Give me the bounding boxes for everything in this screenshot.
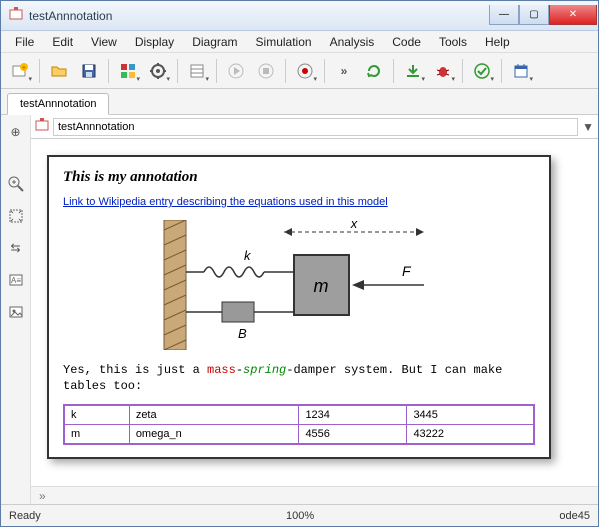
annotation-table: k zeta 1234 3445 m omega_n 4556 43222 xyxy=(63,404,535,445)
table-row: m omega_n 4556 43222 xyxy=(64,425,534,445)
menu-tools[interactable]: Tools xyxy=(431,33,475,51)
annotation-body: Yes, this is just a mass-spring-damper s… xyxy=(63,362,535,394)
diagram-label-k: k xyxy=(244,248,252,263)
annotation-link[interactable]: Link to Wikipedia entry describing the e… xyxy=(63,196,388,208)
maximize-button[interactable]: ▢ xyxy=(519,5,549,25)
diagram-label-B: B xyxy=(238,326,247,341)
close-button[interactable]: ✕ xyxy=(549,5,597,25)
separator xyxy=(285,59,286,83)
menu-diagram[interactable]: Diagram xyxy=(184,33,245,51)
menu-bar: File Edit View Display Diagram Simulatio… xyxy=(1,31,598,53)
separator xyxy=(39,59,40,83)
title-bar: testAnnnotation — ▢ ✕ xyxy=(1,1,598,31)
table-cell: 43222 xyxy=(407,425,534,445)
open-button[interactable] xyxy=(45,57,73,85)
menu-view[interactable]: View xyxy=(83,33,125,51)
step-forward-button[interactable]: » xyxy=(330,57,358,85)
play-button[interactable] xyxy=(222,57,250,85)
menu-help[interactable]: Help xyxy=(477,33,518,51)
breadcrumb-dropdown-icon[interactable]: ▼ xyxy=(582,120,594,134)
stop-button[interactable] xyxy=(252,57,280,85)
work-area: ⊕ ⇆ A≡ testAnnnotation ▼ This is my anno… xyxy=(1,115,598,504)
status-solver: ode45 xyxy=(559,510,590,522)
palette-bar: ⊕ ⇆ A≡ xyxy=(1,115,31,504)
status-ready: Ready xyxy=(9,510,41,522)
image-icon[interactable] xyxy=(5,301,27,323)
separator xyxy=(462,59,463,83)
navigate-icon[interactable]: ⇆ xyxy=(5,237,27,259)
collapse-bar[interactable]: » xyxy=(31,486,598,504)
annotation-heading: This is my annotation xyxy=(63,169,535,186)
table-cell: zeta xyxy=(129,405,299,425)
new-model-button[interactable]: + xyxy=(6,57,34,85)
settings-button[interactable] xyxy=(144,57,172,85)
build-button[interactable] xyxy=(399,57,427,85)
svg-text:+: + xyxy=(22,63,27,72)
breadcrumb-bar: testAnnnotation ▼ xyxy=(31,115,598,139)
svg-text:A≡: A≡ xyxy=(10,276,20,285)
separator xyxy=(501,59,502,83)
breadcrumb-crumb[interactable]: testAnnnotation xyxy=(53,118,578,136)
minimize-button[interactable]: — xyxy=(489,5,519,25)
check-button[interactable] xyxy=(468,57,496,85)
mass-spring-damper-diagram: x k B m xyxy=(144,220,454,350)
model-explorer-button[interactable] xyxy=(114,57,142,85)
table-cell: 1234 xyxy=(299,405,407,425)
toolbar: + » xyxy=(1,53,598,89)
record-button[interactable] xyxy=(291,57,319,85)
window-title: testAnnnotation xyxy=(29,9,489,23)
menu-code[interactable]: Code xyxy=(384,33,429,51)
separator xyxy=(108,59,109,83)
status-bar: Ready 100% ode45 xyxy=(1,504,598,526)
diagram-label-F: F xyxy=(402,263,412,279)
table-cell: 3445 xyxy=(407,405,534,425)
zoom-in-icon[interactable] xyxy=(5,173,27,195)
diagram-label-m: m xyxy=(314,276,329,296)
expand-icon[interactable]: » xyxy=(39,489,46,503)
fit-view-icon[interactable] xyxy=(5,205,27,227)
annotation-icon[interactable]: A≡ xyxy=(5,269,27,291)
window-controls: — ▢ ✕ xyxy=(489,5,597,27)
table-cell: k xyxy=(64,405,129,425)
menu-simulation[interactable]: Simulation xyxy=(248,33,320,51)
schedule-button[interactable] xyxy=(507,57,535,85)
app-icon xyxy=(9,7,23,24)
menu-file[interactable]: File xyxy=(7,33,42,51)
table-cell: m xyxy=(64,425,129,445)
status-zoom: 100% xyxy=(286,510,314,522)
update-button[interactable] xyxy=(360,57,388,85)
hide-browser-icon[interactable]: ⊕ xyxy=(5,121,27,143)
canvas-container: testAnnnotation ▼ This is my annotation … xyxy=(31,115,598,504)
debug-button[interactable] xyxy=(429,57,457,85)
separator xyxy=(324,59,325,83)
menu-edit[interactable]: Edit xyxy=(44,33,81,51)
library-browser-button[interactable] xyxy=(183,57,211,85)
separator xyxy=(393,59,394,83)
menu-display[interactable]: Display xyxy=(127,33,182,51)
app-window: testAnnnotation — ▢ ✕ File Edit View Dis… xyxy=(0,0,599,527)
model-canvas[interactable]: This is my annotation Link to Wikipedia … xyxy=(31,139,598,486)
save-button[interactable] xyxy=(75,57,103,85)
separator xyxy=(177,59,178,83)
tab-strip: testAnnnotation xyxy=(1,89,598,115)
table-row: k zeta 1234 3445 xyxy=(64,405,534,425)
table-cell: 4556 xyxy=(299,425,407,445)
model-icon xyxy=(35,118,49,135)
annotation-block[interactable]: This is my annotation Link to Wikipedia … xyxy=(47,155,551,459)
separator xyxy=(216,59,217,83)
table-cell: omega_n xyxy=(129,425,299,445)
tab-model[interactable]: testAnnnotation xyxy=(7,93,109,115)
diagram-label-x: x xyxy=(350,220,358,231)
menu-analysis[interactable]: Analysis xyxy=(322,33,383,51)
